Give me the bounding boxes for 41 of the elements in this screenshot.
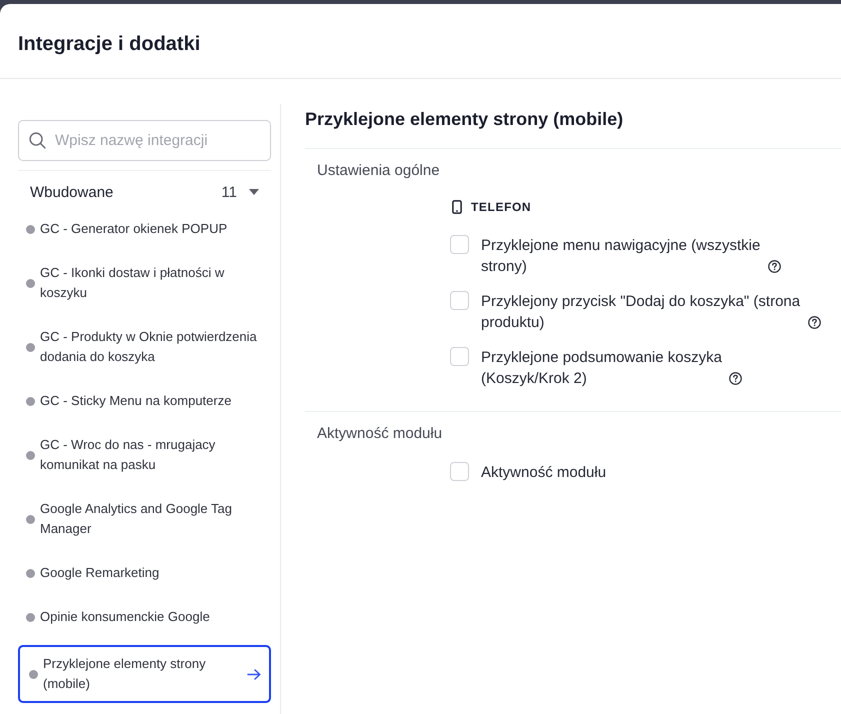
search-field[interactable]: Wpisz nazwę integracji [18,120,271,161]
modal-title: Integracje i dodatki [18,32,200,57]
option-label: Przyklejone podsumowanie koszyka (Koszyk/Krok 2) [481,348,723,389]
option-label: Przyklejony przycisk "Dodaj do koszyka" (strona produktu) [481,292,802,333]
status-dot-icon [26,612,35,622]
help-icon[interactable] [729,372,742,385]
checkbox[interactable] [450,291,469,310]
checkbox[interactable] [450,235,469,254]
integration-item[interactable]: Opinie konsumenckie Google [18,595,271,639]
status-dot-icon [26,450,35,460]
status-dot-icon [26,396,35,406]
integration-item[interactable]: GC - Generator okienek POPUP [18,207,271,251]
status-dot-icon [26,224,35,234]
group-title: Wbudowane [30,184,114,200]
integration-item[interactable]: GC - Produkty w Oknie potwierdzenia dodania do koszyka [18,315,271,379]
section-title: Aktywność modułu [316,424,444,444]
help-icon[interactable] [808,316,821,329]
option-label: Przyklejone menu nawigacyjne (wszystkie strony) [481,236,762,277]
section-title: Ustawienia ogólne [316,161,441,181]
phone-icon [452,200,462,214]
help-icon[interactable] [768,260,781,273]
status-dot-icon [26,568,35,578]
arrow-right-icon [247,668,261,680]
search-icon [29,132,46,149]
item-count: 11 [221,184,237,200]
option-label: Aktywność modułu [481,463,608,483]
status-dot-icon [26,514,35,524]
integration-item[interactable]: GC - Sticky Menu na komputerze [18,379,271,423]
checkbox[interactable] [450,347,469,366]
integration-item[interactable]: GC - Wroc do nas - mrugajacy komunikat na pasku [18,423,271,487]
integration-item[interactable]: Przyklejone elementy strony (mobile) [18,645,271,703]
integration-item[interactable]: Google Remarketing [18,551,271,595]
checkbox[interactable] [450,462,469,481]
device-label: TELEFON [471,200,532,214]
integration-item[interactable]: GC - Ikonki dostaw i płatności w koszyku [18,251,271,315]
status-dot-icon [29,670,38,678]
caret-icon[interactable] [249,189,259,195]
panel-title: Przyklejone elementy strony (mobile) [305,107,841,149]
status-dot-icon [26,278,35,288]
status-dot-icon [26,342,35,352]
integration-item[interactable]: Google Analytics and Google Tag Manager [18,487,271,551]
